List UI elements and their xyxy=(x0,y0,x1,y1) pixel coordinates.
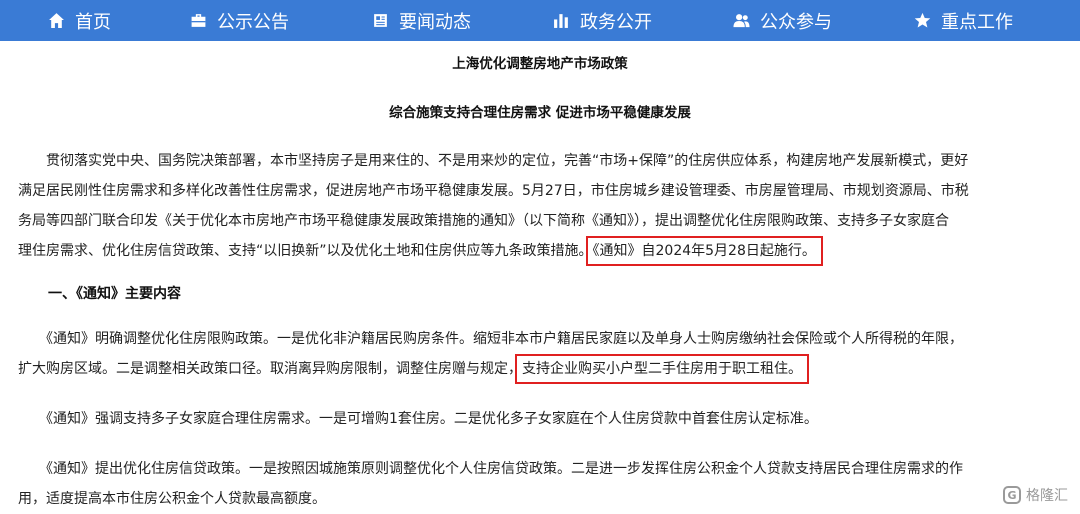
text-segment: 扩大购房区域。二是调整相关政策口径。取消离异购房限制，调整住房赠与规定， xyxy=(18,361,522,377)
text-segment: 理住房需求、优化住房信贷政策、支持“以旧换新”以及优化土地和住房供应等九条政策措… xyxy=(18,243,593,259)
nav-item-government-affairs[interactable]: 政务公开 xyxy=(553,0,652,41)
text-line: 《通知》提出优化住房信贷政策。一是按照因城施策原则调整优化个人住房信贷政策。二是… xyxy=(18,461,963,477)
nav-item-public-participation[interactable]: 公众参与 xyxy=(733,0,832,41)
bar-chart-icon xyxy=(554,14,568,28)
star-icon xyxy=(914,12,931,28)
newspaper-icon xyxy=(374,14,387,27)
paragraph-purchase-policy: 《通知》明确调整优化住房限购政策。一是优化非沪籍居民购房条件。缩短非本市户籍居民… xyxy=(18,324,1068,384)
watermark: G 格隆汇 xyxy=(1003,485,1068,505)
nav-item-announcements[interactable]: 公示公告 xyxy=(190,0,289,41)
nav-item-label: 政务公开 xyxy=(580,11,652,33)
text-line: 贯彻落实党中央、国务院决策部署，本市坚持房子是用来住的、不是用来炒的定位，完善“… xyxy=(18,153,969,169)
nav-item-news[interactable]: 要闻动态 xyxy=(372,0,471,41)
paragraph-multi-child-family: 《通知》强调支持多子女家庭合理住房需求。一是可增购1套住房。二是优化多子女家庭在… xyxy=(18,411,818,427)
text-line: 用，适度提高本市住房公积金个人贷款最高额度。 xyxy=(18,491,326,507)
text-line: 《通知》明确调整优化住房限购政策。一是优化非沪籍居民购房条件。缩短非本市户籍居民… xyxy=(18,331,963,347)
highlighted-policy: 支持企业购买小户型二手住房用于职工租住。 xyxy=(515,354,809,384)
section-heading: 一、《通知》主要内容 xyxy=(48,286,181,302)
intro-paragraph: 贯彻落实党中央、国务院决策部署，本市坚持房子是用来住的、不是用来炒的定位，完善“… xyxy=(18,146,1068,266)
text-line: 满足居民刚性住房需求和多样化改善性住房需求，促进房地产市场平稳健康发展。5月27… xyxy=(18,183,969,199)
paragraph-credit-policy: 《通知》提出优化住房信贷政策。一是按照因城施策原则调整优化个人住房信贷政策。二是… xyxy=(18,454,1068,514)
nav-item-label: 首页 xyxy=(75,11,111,33)
nav-item-label: 公示公告 xyxy=(217,11,289,33)
nav-item-label: 重点工作 xyxy=(941,11,1013,33)
watermark-logo: G xyxy=(1003,486,1021,504)
nav-item-home[interactable]: 首页 xyxy=(48,0,111,41)
briefcase-icon xyxy=(191,14,206,27)
text-line: 务局等四部门联合印发《关于优化本市房地产市场平稳健康发展政策措施的通知》（以下简… xyxy=(18,213,949,229)
highlighted-effective-date: 《通知》自2024年5月28日起施行。 xyxy=(585,236,823,266)
watermark-text: 格隆汇 xyxy=(1026,488,1068,504)
article-title: 上海优化调整房地产市场政策 xyxy=(452,56,628,72)
article-subtitle: 综合施策支持合理住房需求 促进市场平稳健康发展 xyxy=(389,105,691,121)
nav-item-key-work[interactable]: 重点工作 xyxy=(914,0,1013,41)
users-icon xyxy=(733,14,750,28)
nav-item-label: 要闻动态 xyxy=(399,11,471,33)
text-line: 理住房需求、优化住房信贷政策、支持“以旧换新”以及优化土地和住房供应等九条政策措… xyxy=(18,236,1068,266)
top-nav-bar: 首页 公示公告 要闻动态 政务公开 公众参与 重点工作 xyxy=(0,0,1080,41)
home-icon xyxy=(49,13,64,28)
nav-item-label: 公众参与 xyxy=(760,11,832,33)
text-line: 扩大购房区域。二是调整相关政策口径。取消离异购房限制，调整住房赠与规定，支持企业… xyxy=(18,354,1068,384)
